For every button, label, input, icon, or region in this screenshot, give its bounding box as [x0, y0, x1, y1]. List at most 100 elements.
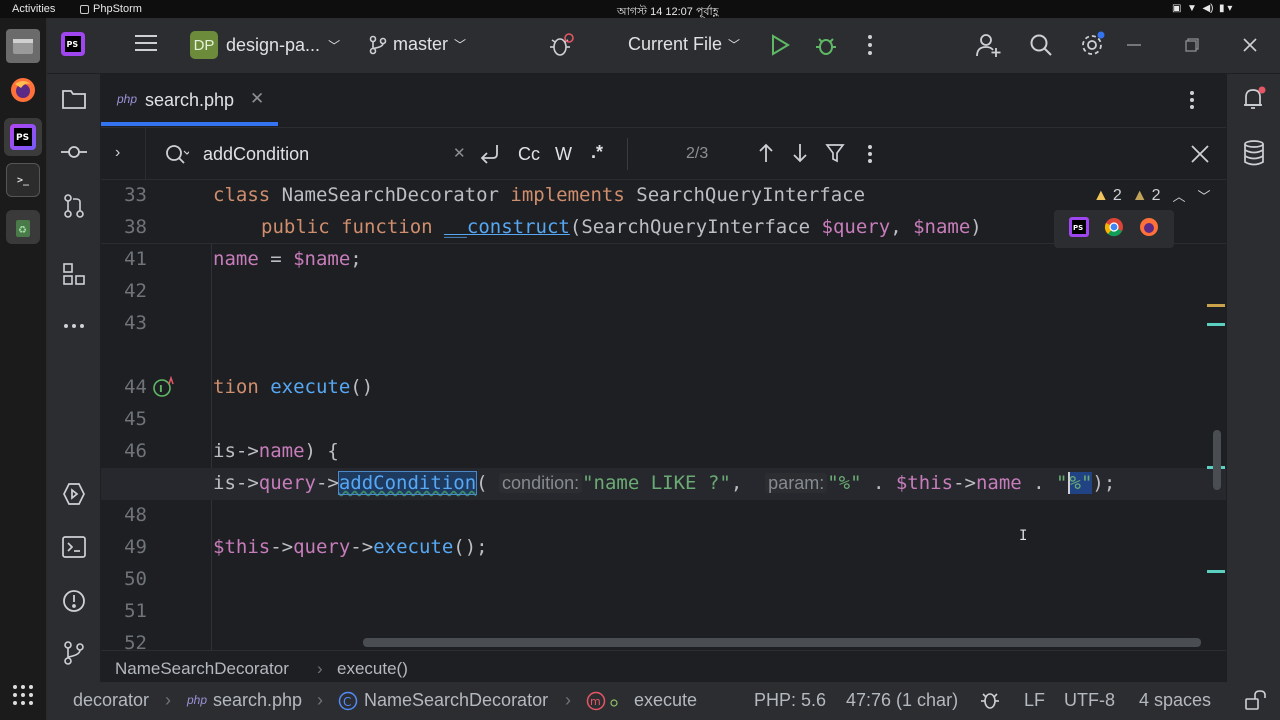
git-branch-icon [369, 35, 387, 54]
firefox-browser-icon[interactable] [1139, 217, 1159, 242]
phpstorm-browser-icon[interactable]: PS [1069, 216, 1090, 242]
debug-icon[interactable] [814, 33, 838, 57]
svg-text:C: C [343, 695, 351, 709]
line-number: 46 [124, 440, 147, 462]
files-app-icon[interactable] [6, 29, 40, 63]
indent-settings[interactable]: 4 spaces [1139, 690, 1211, 711]
find-options-icon[interactable] [867, 144, 873, 169]
breadcrumb-class[interactable]: NameSearchDecorator [115, 659, 289, 679]
breadcrumb-separator-icon: › [165, 690, 171, 710]
problems-icon[interactable] [59, 586, 89, 616]
branch-widget[interactable]: master ﹀ [369, 34, 466, 55]
structure-icon[interactable] [59, 259, 89, 289]
svg-text:m: m [590, 695, 601, 708]
warning-count: 2 [1112, 186, 1122, 204]
trash-icon[interactable]: ♻ [6, 210, 40, 244]
main-menu-icon[interactable] [135, 34, 157, 52]
find-bar: › ✕ Cc W .* 2/3 [101, 128, 1226, 180]
line-separator[interactable]: LF [1024, 690, 1045, 711]
warning-icon: ▲ [1093, 186, 1109, 204]
open-in-browser-popup: PS [1054, 210, 1174, 248]
chrome-icon[interactable] [1104, 217, 1124, 242]
phpstorm-dock-icon[interactable]: PS [4, 118, 42, 156]
settings-gear-icon[interactable] [1080, 31, 1106, 57]
close-window-icon[interactable] [1243, 38, 1257, 52]
run-configuration-selector[interactable]: Current File ﹀ [628, 34, 740, 55]
code-with-me-icon[interactable] [976, 32, 1002, 58]
database-icon[interactable] [1239, 138, 1269, 168]
tab-search-php[interactable]: php search.php ✕ [101, 74, 278, 128]
project-badge: DP [190, 31, 218, 59]
close-find-bar-icon[interactable] [1191, 145, 1209, 168]
svg-text:PS: PS [67, 40, 79, 49]
inspection-widget[interactable]: ▲ 2 ▲ 2 ︿ ﹀ [1093, 186, 1211, 205]
status-method[interactable]: execute [634, 690, 697, 711]
previous-occurrence-icon[interactable] [757, 142, 775, 169]
read-only-lock-icon[interactable] [1245, 690, 1267, 715]
minimize-window-icon[interactable] [1127, 44, 1141, 46]
error-stripe-marker[interactable] [1207, 304, 1225, 307]
search-input[interactable] [203, 140, 443, 168]
status-folder[interactable]: decorator [73, 690, 149, 711]
restore-window-icon[interactable] [1185, 38, 1199, 52]
activities-button[interactable]: Activities [12, 3, 55, 15]
whole-words-toggle[interactable]: W [555, 144, 572, 165]
line-number: 51 [124, 600, 147, 622]
next-occurrence-icon[interactable] [791, 142, 809, 169]
line-number: 44 [124, 376, 147, 398]
method-icon: m [586, 691, 622, 716]
implements-method-gutter-icon[interactable]: I [152, 375, 176, 403]
code-editor[interactable]: 33 38 41 42 43 44 45 46 47 48 49 50 51 5… [101, 180, 1226, 650]
breadcrumb-method[interactable]: execute() [337, 659, 408, 679]
mouse-ibeam-cursor: I [1019, 528, 1028, 544]
chevron-down-icon: ﹀ [728, 38, 741, 52]
run-icon[interactable] [770, 34, 790, 56]
system-app-menu[interactable]: PhpStorm [80, 3, 142, 15]
svg-text:I: I [159, 384, 163, 395]
services-icon[interactable] [59, 479, 89, 509]
notifications-bell-icon[interactable] [1239, 84, 1269, 114]
tab-options-icon[interactable] [1189, 90, 1195, 115]
terminal-tool-icon[interactable] [59, 532, 89, 562]
php-language-level[interactable]: PHP: 5.6 [754, 690, 826, 711]
regex-toggle[interactable]: .* [591, 142, 603, 163]
class-icon: C [338, 691, 358, 716]
vertical-scrollbar-thumb[interactable] [1213, 430, 1221, 490]
show-apps-icon[interactable] [6, 678, 40, 712]
line-number: 52 [124, 632, 147, 650]
search-history-icon[interactable] [165, 143, 191, 170]
clear-search-icon[interactable]: ✕ [453, 144, 466, 162]
line-number: 41 [124, 248, 147, 270]
filter-icon[interactable] [825, 143, 845, 168]
project-widget[interactable]: DP design-pa... ﹀ [190, 31, 340, 59]
horizontal-scrollbar-thumb[interactable] [363, 638, 1201, 647]
more-actions-icon[interactable] [867, 34, 873, 56]
commit-icon[interactable] [59, 137, 89, 167]
version-control-icon[interactable] [59, 638, 89, 668]
tab-close-icon[interactable]: ✕ [250, 89, 264, 109]
error-stripe-marker[interactable] [1207, 570, 1225, 573]
firefox-icon[interactable] [6, 73, 40, 107]
next-highlight-icon[interactable]: ﹀ [1198, 186, 1211, 205]
tab-file-name: search.php [145, 90, 235, 110]
file-encoding[interactable]: UTF-8 [1064, 690, 1115, 711]
caret-position[interactable]: 47:76 (1 char) [846, 690, 958, 711]
error-stripe-marker[interactable] [1207, 323, 1225, 326]
new-line-icon[interactable] [479, 142, 501, 169]
code-line-49: $this->query->execute(); [213, 536, 488, 558]
search-everywhere-icon[interactable] [1029, 33, 1053, 57]
pull-requests-icon[interactable] [59, 191, 89, 221]
status-file[interactable]: search.php [213, 690, 302, 711]
status-class[interactable]: NameSearchDecorator [364, 690, 548, 711]
terminal-icon[interactable]: >_ [6, 163, 40, 197]
status-bar: decorator › php search.php › C NameSearc… [47, 682, 1280, 720]
previous-highlight-icon[interactable]: ︿ [1173, 186, 1186, 205]
more-tool-windows-icon[interactable] [59, 311, 89, 341]
project-folder-icon[interactable] [59, 84, 89, 114]
expand-replace-chevron-icon[interactable]: › [115, 144, 120, 162]
debug-status-icon[interactable] [979, 689, 1001, 716]
match-case-toggle[interactable]: Cc [518, 144, 540, 165]
debug-settings-icon[interactable] [547, 32, 575, 60]
branch-name: master [393, 34, 449, 54]
tray-icons[interactable]: ▣ ▼ ◀) ▮ ▾ [1172, 3, 1232, 14]
